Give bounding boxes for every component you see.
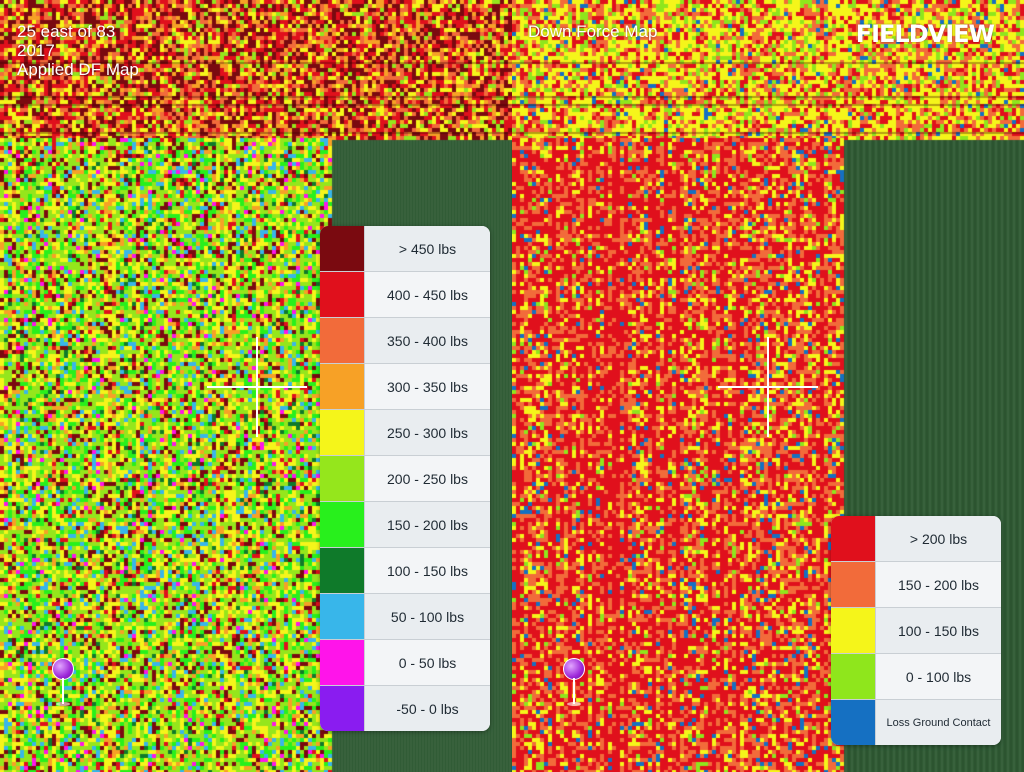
legend-swatch <box>320 686 365 731</box>
legend-row: 300 - 350 lbs <box>320 364 490 410</box>
legend-label: 150 - 200 lbs <box>387 516 468 533</box>
legend-label: 250 - 300 lbs <box>387 424 468 441</box>
legend-label: 400 - 450 lbs <box>387 286 468 303</box>
location-pin-icon[interactable] <box>563 658 585 708</box>
legend-label: 200 - 250 lbs <box>387 470 468 487</box>
legend-row: 150 - 200 lbs <box>320 502 490 548</box>
legend-swatch <box>831 562 876 607</box>
legend-row: > 450 lbs <box>320 226 490 272</box>
legend-label: 0 - 50 lbs <box>398 654 457 671</box>
legend-row: 400 - 450 lbs <box>320 272 490 318</box>
legend-swatch <box>320 548 365 593</box>
legend-swatch <box>320 226 365 271</box>
location-pin-icon[interactable] <box>52 658 74 708</box>
map-title: Down Force Map <box>528 22 658 41</box>
legend-swatch <box>320 318 365 363</box>
legend-row: 50 - 100 lbs <box>320 594 490 640</box>
fieldview-logo: FIELDVIEW <box>855 20 995 48</box>
legend-row: 100 - 150 lbs <box>320 548 490 594</box>
legend-swatch <box>320 456 365 501</box>
crosshair-icon[interactable] <box>207 337 307 437</box>
legend-row: 200 - 250 lbs <box>320 456 490 502</box>
legend-row: -50 - 0 lbs <box>320 686 490 731</box>
legend-label: > 450 lbs <box>398 240 457 257</box>
legend-label: 50 - 100 lbs <box>390 608 465 625</box>
legend-label: 0 - 100 lbs <box>905 668 972 685</box>
map-layer-name: Applied DF Map <box>17 60 139 79</box>
crosshair-icon[interactable] <box>718 337 818 437</box>
legend-swatch <box>831 700 876 745</box>
legend-swatch <box>320 502 365 547</box>
legend-swatch <box>320 410 365 455</box>
legend-swatch <box>320 640 365 685</box>
legend-label: 150 - 200 lbs <box>898 576 979 593</box>
legend-swatch <box>320 594 365 639</box>
legend-label: 300 - 350 lbs <box>387 378 468 395</box>
legend-label: 100 - 150 lbs <box>898 622 979 639</box>
legend-label: 350 - 400 lbs <box>387 332 468 349</box>
legend-label: Loss Ground Contact <box>886 716 991 729</box>
legend-row: 250 - 300 lbs <box>320 410 490 456</box>
map-title-block: 25 east of 83 2017 Applied DF Map <box>17 22 139 79</box>
down-force-legend: > 200 lbs 150 - 200 lbs 100 - 150 lbs 0 - 1… <box>831 516 1001 745</box>
legend-swatch <box>831 516 876 561</box>
legend-row: > 200 lbs <box>831 516 1001 562</box>
applied-df-map-panel: 25 east of 83 2017 Applied DF Map > 450 … <box>0 0 512 772</box>
season-year: 2017 <box>17 41 55 60</box>
legend-swatch <box>320 364 365 409</box>
legend-row: 350 - 400 lbs <box>320 318 490 364</box>
legend-label: 100 - 150 lbs <box>387 562 468 579</box>
legend-row: 150 - 200 lbs <box>831 562 1001 608</box>
legend-swatch <box>831 654 876 699</box>
field-name: 25 east of 83 <box>17 22 116 41</box>
down-force-map-panel: Down Force Map FIELDVIEW > 200 lbs 150 - … <box>512 0 1024 772</box>
applied-df-legend: > 450 lbs 400 - 450 lbs 350 - 400 lbs 300 -… <box>320 226 490 731</box>
legend-swatch <box>831 608 876 653</box>
legend-row: 0 - 50 lbs <box>320 640 490 686</box>
legend-label: -50 - 0 lbs <box>396 700 459 717</box>
legend-row: 100 - 150 lbs <box>831 608 1001 654</box>
legend-row: Loss Ground Contact <box>831 700 1001 745</box>
legend-label: > 200 lbs <box>909 530 968 547</box>
legend-swatch <box>320 272 365 317</box>
legend-row: 0 - 100 lbs <box>831 654 1001 700</box>
